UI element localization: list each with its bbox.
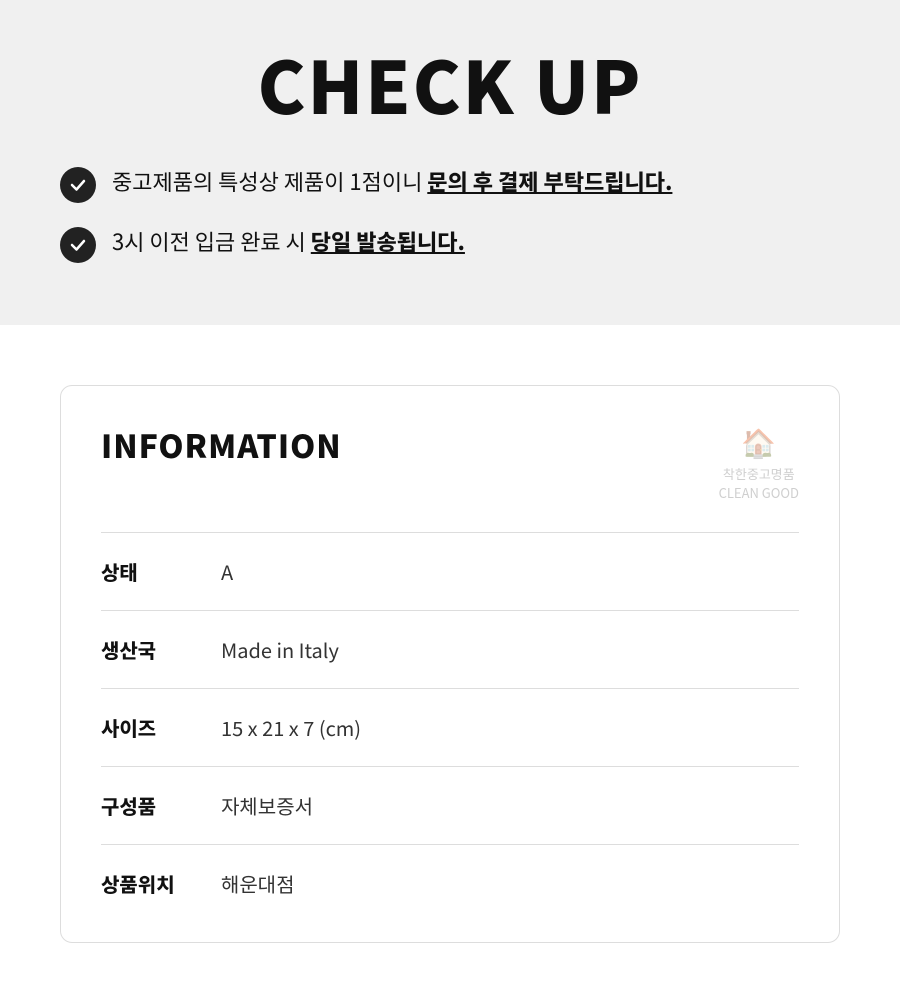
info-value-location: 해운대점: [221, 869, 295, 898]
check-text-1: 중고제품의 특성상 제품이 1점이니 문의 후 결제 부탁드립니다.: [112, 165, 672, 198]
checkmark-icon-1: [60, 167, 96, 203]
watermark-icon: 🏠: [719, 422, 799, 462]
info-header: INFORMATION 🏠 착한중고명품 CLEAN GOOD: [101, 422, 799, 502]
info-row-size: 사이즈 15 x 21 x 7 (cm): [101, 688, 799, 766]
check-text-2: 3시 이전 입금 완료 시 당일 발송됩니다.: [112, 225, 465, 258]
info-row-location: 상품위치 해운대점: [101, 844, 799, 922]
info-value-components: 자체보증서: [221, 791, 313, 820]
watermark-sub: CLEAN GOOD: [719, 483, 799, 502]
check-text-2-bold: 당일 발송됩니다.: [311, 225, 465, 257]
check-text-1-bold: 문의 후 결제 부탁드립니다.: [427, 165, 672, 197]
page-title: CHECK UP: [60, 20, 840, 165]
top-section: CHECK UP 중고제품의 특성상 제품이 1점이니 문의 후 결제 부탁드립…: [0, 0, 900, 325]
info-row-origin: 생산국 Made in Italy: [101, 610, 799, 688]
info-section: INFORMATION 🏠 착한중고명품 CLEAN GOOD 상태 A 생산국…: [0, 325, 900, 983]
info-value-status: A: [221, 557, 233, 586]
info-label-status: 상태: [101, 557, 221, 586]
watermark: 🏠 착한중고명품 CLEAN GOOD: [719, 422, 799, 502]
info-label-origin: 생산국: [101, 635, 221, 664]
checkmark-icon-2: [60, 227, 96, 263]
info-label-size: 사이즈: [101, 713, 221, 742]
info-value-origin: Made in Italy: [221, 635, 339, 664]
info-row-components: 구성품 자체보증서: [101, 766, 799, 844]
check-item-1: 중고제품의 특성상 제품이 1점이니 문의 후 결제 부탁드립니다.: [60, 165, 840, 203]
info-label-components: 구성품: [101, 791, 221, 820]
info-label-location: 상품위치: [101, 869, 221, 898]
info-card: INFORMATION 🏠 착한중고명품 CLEAN GOOD 상태 A 생산국…: [60, 385, 840, 943]
watermark-brand: 착한중고명품: [719, 464, 799, 483]
info-title: INFORMATION: [101, 422, 342, 468]
check-item-2: 3시 이전 입금 완료 시 당일 발송됩니다.: [60, 225, 840, 263]
info-value-size: 15 x 21 x 7 (cm): [221, 713, 361, 742]
info-row-status: 상태 A: [101, 532, 799, 610]
